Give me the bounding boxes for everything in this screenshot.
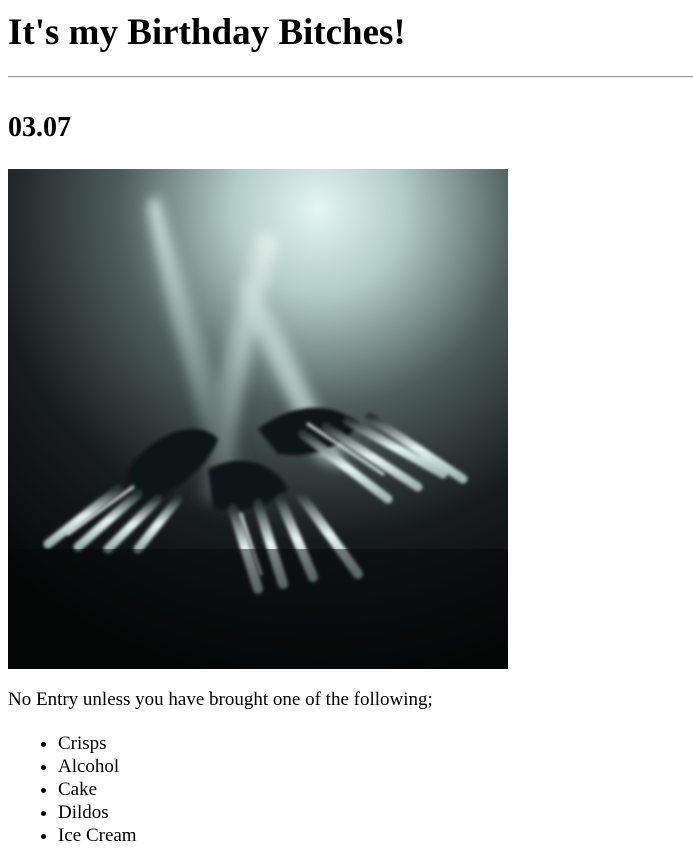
list-item: Dildos <box>58 801 137 824</box>
horizontal-rule <box>8 76 693 78</box>
forks-photo <box>8 169 508 669</box>
page-title: It's my Birthday Bitches! <box>8 12 406 53</box>
list-item: Ice Cream <box>58 824 137 847</box>
date-heading: 03.07 <box>8 112 71 143</box>
entry-notice: No Entry unless you have brought one of … <box>8 689 433 710</box>
list-item: Alcohol <box>58 755 137 778</box>
list-item: Cake <box>58 778 137 801</box>
required-items-list: Crisps Alcohol Cake Dildos Ice Cream <box>8 732 137 847</box>
list-item: Crisps <box>58 732 137 755</box>
